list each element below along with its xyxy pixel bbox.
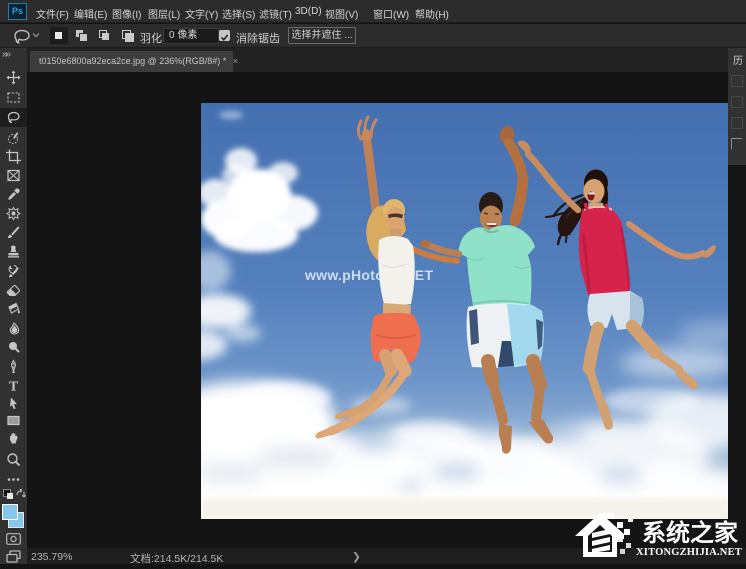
svg-text:XITONGZHIJIA.NET: XITONGZHIJIA.NET — [636, 547, 742, 558]
svg-text:系统之家: 系统之家 — [642, 519, 738, 547]
svg-text:T: T — [9, 379, 19, 393]
